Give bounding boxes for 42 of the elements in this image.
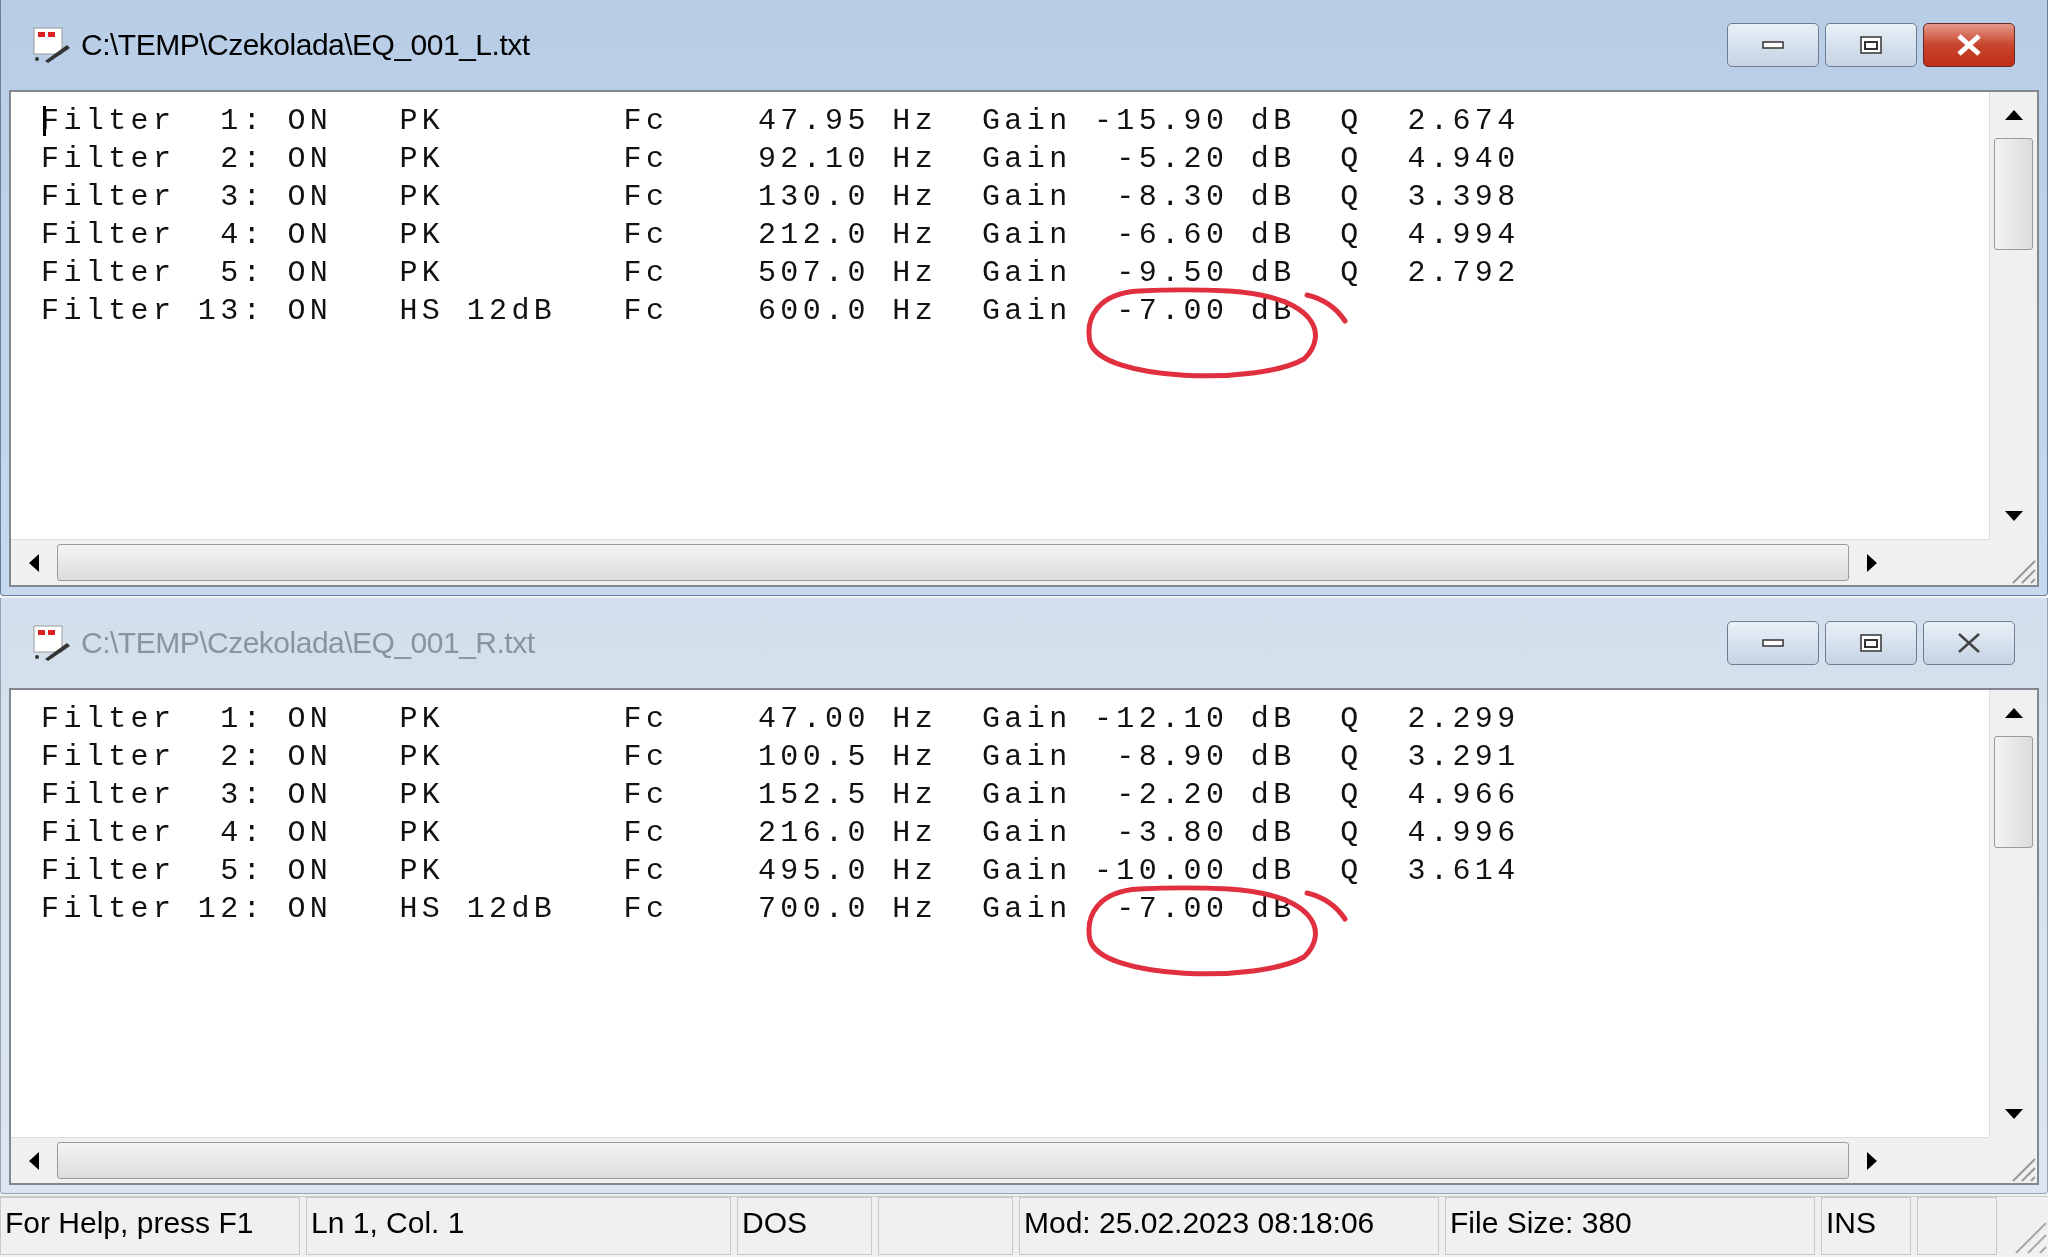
up-arrow-icon [2004,708,2023,718]
window-title: C:\TEMP\Czekolada\EQ_001_R.txt [81,626,535,660]
maximize-button[interactable] [1825,23,1917,67]
scroll-thumb[interactable] [1994,736,2033,848]
scroll-thumb[interactable] [1994,138,2033,250]
scroll-thumb[interactable] [57,544,1849,581]
text-line: Filter 3: ON PK Fc 130.0 Hz Gain -8.30 dB Q 3.398 [41,179,1520,216]
text-line: Filter 3: ON PK Fc 152.5 Hz Gain -2.20 dB Q 4.966 [41,777,1520,814]
close-button[interactable] [1923,23,2015,67]
text-line: Filter 5: ON PK Fc 507.0 Hz Gain -9.50 dB Q 2.792 [41,255,1520,292]
status-pane: Ln 1, Col. 1 [306,1197,731,1255]
vertical-scrollbar[interactable] [1989,92,2037,539]
close-icon [1956,34,1982,56]
minimize-icon [1762,41,1784,49]
document-pen-icon [31,25,71,65]
document-pen-icon [31,623,71,663]
minimize-button[interactable] [1727,23,1819,67]
right-arrow-icon [1867,1151,1877,1170]
scroll-thumb[interactable] [57,1142,1849,1179]
status-pane: INS [1821,1197,1911,1255]
close-icon [1956,632,1982,654]
text-line: Filter 4: ON PK Fc 216.0 Hz Gain -3.80 dB Q 4.996 [41,815,1520,852]
status-pane: Mod: 25.02.2023 08:18:06 [1019,1197,1439,1255]
status-pane: File Size: 380 [1445,1197,1815,1255]
down-arrow-icon [2004,511,2023,521]
window-title: C:\TEMP\Czekolada\EQ_001_L.txt [81,28,530,62]
status-pane: For Help, press F1 [0,1197,300,1255]
status-pane: DOS [737,1197,872,1255]
left-arrow-icon [29,553,39,572]
left-arrow-icon [29,1151,39,1170]
maximize-icon [1860,634,1882,652]
down-arrow-icon [2004,1109,2023,1119]
right-arrow-icon [1867,553,1877,572]
text-line: Filter 2: ON PK Fc 100.5 Hz Gain -8.90 dB Q 3.291 [41,739,1520,776]
text-line: Filter 4: ON PK Fc 212.0 Hz Gain -6.60 dB Q 4.994 [41,217,1520,254]
text-line: Filter 2: ON PK Fc 92.10 Hz Gain -5.20 dB Q 4.940 [41,141,1520,178]
text-line: Filter 5: ON PK Fc 495.0 Hz Gain -10.00 dB Q 3.614 [41,853,1520,890]
horizontal-scrollbar[interactable] [11,539,1989,585]
text-line: Filter 1: ON PK Fc 47.00 Hz Gain -12.10 dB Q 2.299 [41,701,1520,738]
up-arrow-icon [2004,110,2023,120]
maximize-icon [1860,36,1882,54]
minimize-icon [1762,639,1784,647]
